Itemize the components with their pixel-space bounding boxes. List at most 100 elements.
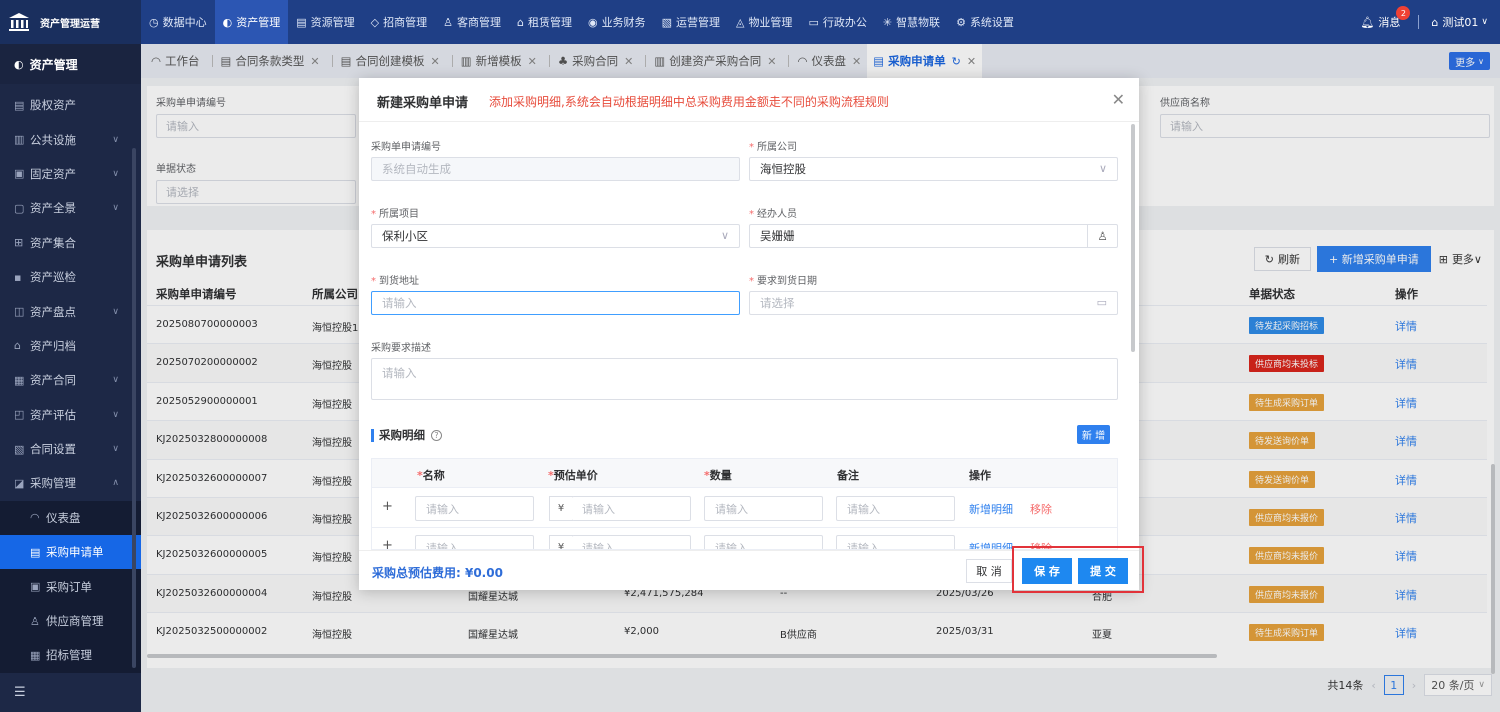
sidebar-item-inspection[interactable]: ▪ 资产巡检 bbox=[0, 260, 141, 294]
detail-link[interactable]: 详情 bbox=[1395, 548, 1417, 564]
remove-detail-link[interactable]: 移除 bbox=[1030, 501, 1052, 517]
close-icon[interactable]: ✕ bbox=[624, 55, 633, 68]
handler-field[interactable]: 吴姗姗 ♙ bbox=[749, 224, 1118, 248]
detail-name-input[interactable]: 请输入 bbox=[415, 535, 534, 549]
sidebar-item-fixed-assets[interactable]: ▣ 固定资产 ∨ bbox=[0, 157, 141, 191]
next-page-icon[interactable]: › bbox=[1412, 679, 1416, 692]
sidebar-item-panorama[interactable]: ▢ 资产全景 ∨ bbox=[0, 191, 141, 225]
filter-status-select[interactable]: 请选择 bbox=[156, 180, 356, 204]
close-icon[interactable]: ✕ bbox=[1112, 90, 1125, 109]
date-picker[interactable]: 请选择 ▭ bbox=[749, 291, 1118, 315]
topnav-investment[interactable]: ◇ 招商管理 bbox=[363, 0, 435, 44]
close-icon[interactable]: ✕ bbox=[967, 55, 976, 68]
sidebar-item-contract-settings[interactable]: ▧ 合同设置 ∨ bbox=[0, 432, 141, 466]
detail-link[interactable]: 详情 bbox=[1395, 356, 1417, 372]
page-size-select[interactable]: 20 条/页 ∨ bbox=[1424, 674, 1492, 696]
sidebar-item-stocktake[interactable]: ◫ 资产盘点 ∨ bbox=[0, 294, 141, 328]
app-logo[interactable]: 资产管理运营 bbox=[0, 0, 141, 44]
user-menu[interactable]: ⌂ 测试01 ∨ bbox=[1431, 14, 1488, 30]
refresh-icon[interactable]: ↻ bbox=[952, 55, 961, 68]
detail-link[interactable]: 详情 bbox=[1395, 318, 1417, 334]
tab-workbench[interactable]: ◠ 工作台 bbox=[145, 44, 206, 78]
tab-contract-template[interactable]: ▤ 合同创建模板 ✕ bbox=[326, 44, 446, 78]
detail-note-input[interactable]: 请输入 bbox=[836, 535, 955, 549]
tab-purchase-contract[interactable]: ♣ 采购合同 ✕ bbox=[543, 44, 640, 78]
add-detail-button[interactable]: 新 增 bbox=[1077, 425, 1110, 444]
add-purchase-request-button[interactable]: + 新增采购单申请 bbox=[1317, 246, 1431, 272]
add-detail-link[interactable]: 新增明细 bbox=[969, 501, 1013, 517]
expand-icon[interactable]: + bbox=[382, 538, 393, 549]
sidebar-item-collection[interactable]: ⊞ 资产集合 bbox=[0, 226, 141, 260]
company-select[interactable]: 海恒控股 ∨ bbox=[749, 157, 1118, 181]
topnav-property[interactable]: ◬ 物业管理 bbox=[728, 0, 800, 44]
tab-new-template[interactable]: ▥ 新增模板 ✕ bbox=[446, 44, 543, 78]
detail-qty-input[interactable]: 请输入 bbox=[704, 535, 823, 549]
save-button[interactable]: 保 存 bbox=[1022, 558, 1072, 584]
user-icon[interactable]: ♙ bbox=[1087, 225, 1117, 247]
expand-icon[interactable]: + bbox=[382, 499, 393, 514]
submit-button[interactable]: 提 交 bbox=[1078, 558, 1128, 584]
sidebar-item-archive[interactable]: ⌂ 资产归档 bbox=[0, 329, 141, 363]
filter-supplier-input[interactable]: 请输入 bbox=[1160, 114, 1490, 138]
close-icon[interactable]: ✕ bbox=[852, 55, 861, 68]
cancel-button[interactable]: 取 消 bbox=[966, 559, 1012, 583]
tab-create-asset-contract[interactable]: ▥ 创建资产采购合同 ✕ bbox=[639, 44, 782, 78]
collapse-menu-icon[interactable]: ☰ bbox=[14, 685, 26, 700]
filter-code-input[interactable]: 请输入 bbox=[156, 114, 356, 138]
sidebar-scrollbar[interactable] bbox=[132, 148, 136, 668]
tab-contract-clause-types[interactable]: ▤ 合同条款类型 ✕ bbox=[206, 44, 326, 78]
topnav-settings[interactable]: ⚙ 系统设置 bbox=[948, 0, 1022, 44]
tabs-more-button[interactable]: 更多 ∨ bbox=[1449, 52, 1490, 70]
refresh-button[interactable]: ↻ 刷新 bbox=[1253, 247, 1311, 271]
messages-button[interactable]: 🔔︎ 消息 2 bbox=[1360, 6, 1411, 30]
add-detail-link[interactable]: 新增明细 bbox=[969, 540, 1013, 549]
sidebar-item-equity[interactable]: ▤ 股权资产 bbox=[0, 88, 141, 122]
prev-page-icon[interactable]: ‹ bbox=[1371, 679, 1375, 692]
topnav-data-center[interactable]: ◷ 数据中心 bbox=[141, 0, 215, 44]
detail-price-input[interactable]: 请输入 bbox=[572, 535, 691, 549]
sidebar-subitem-purchase-request[interactable]: ▤ 采购申请单 bbox=[0, 535, 141, 570]
detail-price-input[interactable]: 请输入 bbox=[572, 496, 691, 521]
remove-detail-link[interactable]: 移除 bbox=[1030, 540, 1052, 549]
close-icon[interactable]: ✕ bbox=[528, 55, 537, 68]
sidebar-item-public-facilities[interactable]: ▥ 公共设施 ∨ bbox=[0, 122, 141, 156]
tab-dashboard[interactable]: ◠ 仪表盘 ✕ bbox=[782, 44, 867, 78]
topnav-admin[interactable]: ▭ 行政办公 bbox=[800, 0, 874, 44]
close-icon[interactable]: ✕ bbox=[431, 55, 440, 68]
sidebar-item-evaluation[interactable]: ◰ 资产评估 ∨ bbox=[0, 398, 141, 432]
topnav-leasing[interactable]: ⌂ 租赁管理 bbox=[509, 0, 580, 44]
current-page[interactable]: 1 bbox=[1383, 675, 1404, 695]
topnav-asset-management[interactable]: ◐ 资产管理 bbox=[214, 0, 289, 44]
detail-note-input[interactable]: 请输入 bbox=[836, 496, 955, 521]
table-horizontal-scrollbar[interactable] bbox=[147, 654, 1217, 658]
help-icon[interactable]: ? bbox=[431, 429, 442, 441]
detail-link[interactable]: 详情 bbox=[1395, 433, 1417, 449]
sidebar-item-contracts[interactable]: ▦ 资产合同 ∨ bbox=[0, 363, 141, 397]
detail-link[interactable]: 详情 bbox=[1395, 510, 1417, 526]
dialog-scrollbar[interactable] bbox=[1131, 124, 1135, 352]
topnav-operations[interactable]: ▧ 运营管理 bbox=[654, 0, 728, 44]
detail-link[interactable]: 详情 bbox=[1395, 395, 1417, 411]
topnav-iot[interactable]: ✳ 智慧物联 bbox=[875, 0, 948, 44]
list-more-button[interactable]: ⊞ 更多∨ bbox=[1439, 251, 1482, 267]
topnav-resource-management[interactable]: ▤ 资源管理 bbox=[288, 0, 362, 44]
sidebar-item-procurement[interactable]: ◪ 采购管理 ∧ bbox=[0, 466, 141, 500]
table-row[interactable]: KJ2025032500000002 海恒控股 国耀星达城 ¥2,000 B供应商 202… bbox=[147, 612, 1487, 650]
detail-link[interactable]: 详情 bbox=[1395, 587, 1417, 603]
address-input[interactable]: 请输入 bbox=[371, 291, 740, 315]
desc-textarea[interactable]: 请输入 bbox=[371, 358, 1118, 400]
topnav-customers[interactable]: ♙ 客商管理 bbox=[435, 0, 509, 44]
sidebar-subitem-purchase-order[interactable]: ▣ 采购订单 bbox=[0, 569, 141, 604]
close-icon[interactable]: ✕ bbox=[767, 55, 776, 68]
detail-link[interactable]: 详情 bbox=[1395, 472, 1417, 488]
detail-qty-input[interactable]: 请输入 bbox=[704, 496, 823, 521]
project-select[interactable]: 保利小区 ∨ bbox=[371, 224, 740, 248]
tab-purchase-request[interactable]: ▤ 采购申请单 ↻ ✕ bbox=[867, 44, 983, 78]
detail-name-input[interactable]: 请输入 bbox=[415, 496, 534, 521]
detail-link[interactable]: 详情 bbox=[1395, 625, 1417, 641]
sidebar-subitem-supplier[interactable]: ♙ 供应商管理 bbox=[0, 603, 141, 639]
close-icon[interactable]: ✕ bbox=[310, 55, 319, 68]
topnav-finance[interactable]: ◉ 业务财务 bbox=[580, 0, 654, 44]
sidebar-subitem-bidding[interactable]: ▦ 招标管理 bbox=[0, 638, 141, 673]
sidebar-subitem-dashboard[interactable]: ◠ 仪表盘 bbox=[0, 500, 141, 536]
